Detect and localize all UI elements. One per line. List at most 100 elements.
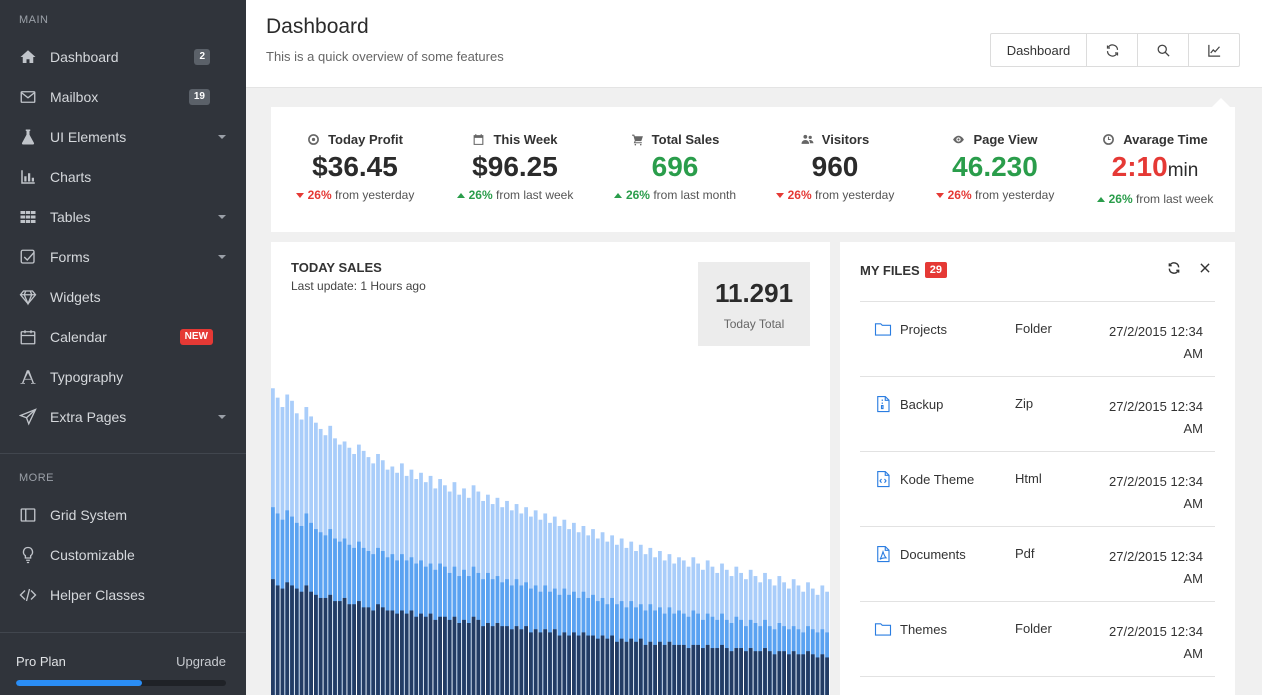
chart-bar-series-3	[333, 601, 337, 695]
chart-bar-series-3	[533, 629, 538, 695]
chart-bar-series-3	[605, 638, 610, 695]
sidebar-item-ui-elements[interactable]: UI Elements	[0, 117, 246, 157]
columns-icon	[18, 505, 38, 525]
line-chart-icon	[1207, 44, 1220, 57]
chart-bar-series-3	[610, 635, 614, 695]
upgrade-link[interactable]: Upgrade	[176, 654, 226, 669]
sidebar-item-charts[interactable]: Charts	[0, 157, 246, 197]
sidebar-item-forms[interactable]: Forms	[0, 237, 246, 277]
sidebar-item-calendar[interactable]: Calendar NEW	[0, 317, 246, 357]
file-type: Pdf	[1015, 546, 1035, 561]
search-button[interactable]	[1137, 34, 1188, 66]
chart-bar-series-3	[347, 604, 352, 695]
chart-bar-series-3	[342, 597, 347, 695]
chart-bar-series-3	[275, 585, 280, 695]
chart-bar-series-3	[409, 610, 414, 695]
stats-button[interactable]	[1188, 34, 1239, 66]
stat-value: 2:10min	[1075, 151, 1235, 187]
new-badge: NEW	[179, 329, 213, 345]
chevron-down-icon	[218, 215, 226, 219]
chart-bar-series-3	[744, 651, 748, 695]
page-title: Dashboard	[266, 15, 369, 38]
sidebar-item-label: Forms	[50, 249, 90, 265]
sidebar-item-typography[interactable]: Typography	[0, 357, 246, 397]
chart-bar-series-3	[543, 629, 548, 695]
chart-bar-series-3	[729, 651, 734, 695]
chart-bar-series-3	[395, 613, 399, 695]
envelope-icon	[18, 87, 38, 107]
chart-bar-series-3	[810, 654, 815, 695]
file-row[interactable]: Projects Folder 27/2/2015 12:34 AM	[860, 301, 1215, 376]
files-close-button[interactable]	[1198, 261, 1214, 277]
chart-bar-series-3	[524, 626, 528, 695]
files-refresh-button[interactable]	[1167, 261, 1183, 277]
sidebar-item-dashboard[interactable]: Dashboard 2	[0, 37, 246, 77]
file-name: Kode Theme	[900, 472, 975, 487]
chart-bar-series-3	[285, 582, 290, 695]
sales-title: TODAY SALES	[291, 260, 382, 275]
refresh-icon	[1106, 43, 1118, 57]
plan-label: Pro Plan	[16, 654, 66, 669]
dashboard-button[interactable]: Dashboard	[991, 34, 1086, 66]
sales-last-update: Last update: 1 Hours ago	[291, 279, 426, 293]
folder-icon	[874, 320, 894, 338]
chart-bar-series-3	[548, 632, 552, 695]
close-icon	[1200, 263, 1210, 273]
files-count-badge: 29	[924, 262, 947, 278]
stat-change-pct: 26%	[307, 188, 332, 202]
chart-bar-series-3	[791, 651, 796, 695]
sidebar-item-widgets[interactable]: Widgets	[0, 277, 246, 317]
chart-bar-series-3	[299, 591, 304, 695]
file-type: Folder	[1015, 621, 1052, 636]
file-row[interactable]: Backup Zip 27/2/2015 12:34 AM	[860, 376, 1215, 451]
chart-bar-series-3	[505, 626, 509, 695]
sidebar-item-customizable[interactable]: Customizable	[0, 535, 246, 575]
chart-bar-series-3	[815, 657, 820, 695]
chart-bar-series-3	[294, 588, 299, 695]
stat-change-pct: 26%	[787, 188, 812, 202]
chart-bar-series-3	[557, 635, 562, 695]
sidebar-item-tables[interactable]: Tables	[0, 197, 246, 237]
calendar-icon	[18, 327, 38, 347]
sidebar-item-label: Dashboard	[50, 49, 119, 65]
sidebar-item-grid-system[interactable]: Grid System	[0, 495, 246, 535]
chart-bar-series-3	[481, 626, 485, 695]
file-row[interactable]: Themes Folder 27/2/2015 12:34 AM	[860, 601, 1215, 676]
dashboard-count-badge: 2	[194, 49, 210, 65]
refresh-button[interactable]	[1086, 34, 1137, 66]
file-date: 27/2/2015 12:34 AM	[1109, 324, 1203, 361]
chart-bar-series-3	[748, 648, 753, 695]
chart-bar-series-3	[787, 654, 791, 695]
chart-bar-series-3	[390, 610, 395, 695]
sidebar-section-main: MAIN	[19, 14, 49, 26]
chart-bar-series-3	[686, 648, 691, 695]
sidebar-item-mailbox[interactable]: Mailbox 19	[0, 77, 246, 117]
chart-bar-series-3	[720, 644, 724, 695]
stat-change-text: from last week	[496, 188, 574, 202]
stat-change-text: from last month	[653, 188, 737, 202]
stat-value: $36.45	[312, 151, 398, 182]
chart-bar-series-3	[701, 648, 705, 695]
stat-visitors: Visitors 960 26% from yesterday	[755, 107, 915, 202]
sidebar-item-helper-classes[interactable]: Helper Classes	[0, 575, 246, 615]
stat-label: Today Profit	[328, 132, 403, 147]
chart-bar-series-3	[476, 619, 481, 695]
chevron-down-icon	[218, 415, 226, 419]
chart-bar-series-3	[634, 641, 638, 695]
chart-bar-series-3	[337, 601, 342, 695]
stats-panel: Today Profit $36.45 26% from yesterday T…	[271, 107, 1235, 232]
chart-bar-series-3	[290, 585, 294, 695]
file-row[interactable]: Kode Theme Html 27/2/2015 12:34 AM	[860, 451, 1215, 526]
chart-bar-series-3	[591, 635, 595, 695]
zip-file-icon	[874, 395, 894, 413]
sidebar-item-label: Widgets	[50, 289, 101, 305]
stat-this-week: This Week $96.25 26% from last week	[435, 107, 595, 202]
chart-bar-series-3	[462, 619, 466, 695]
file-date: 27/2/2015 12:34 AM	[1109, 474, 1203, 511]
chart-bar-series-3	[314, 594, 318, 695]
file-row[interactable]: Documents Pdf 27/2/2015 12:34 AM	[860, 526, 1215, 601]
sidebar-item-label: Helper Classes	[50, 587, 145, 603]
sidebar-item-label: Mailbox	[50, 89, 99, 105]
stat-label: Visitors	[821, 132, 870, 147]
sidebar-item-extra-pages[interactable]: Extra Pages	[0, 397, 246, 437]
